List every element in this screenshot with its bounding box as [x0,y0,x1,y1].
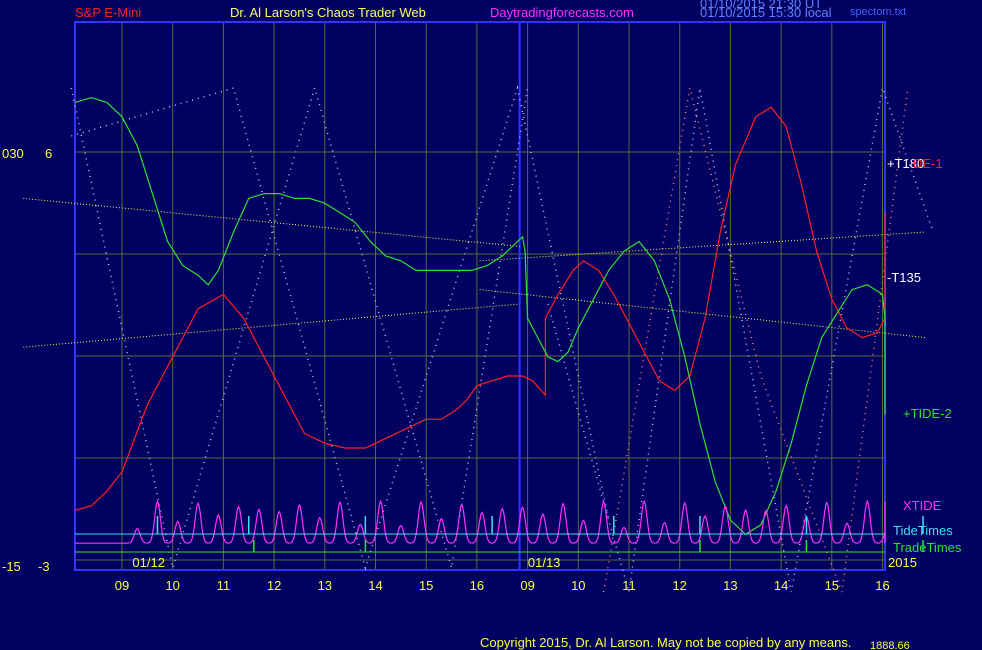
year-label: 2015 [888,555,917,570]
left-label-top-b: 6 [45,146,52,161]
left-label-bottom-b: -3 [38,559,50,574]
x-tick-label: 15 [419,578,433,593]
right-label: +TIDE-2 [903,406,952,421]
right-label: TradeTimes [893,540,962,555]
timestamp-local: 01/10/2015 15:30 local [700,5,832,20]
source-file: spectom.txt [850,6,906,18]
x-tick-label: 13 [723,578,737,593]
x-tick-label: 16 [470,578,484,593]
x-tick-label: 10 [165,578,179,593]
x-tick-label: 11 [217,578,231,593]
right-label: XTIDE [903,498,942,513]
left-label-top-a: 030 [2,146,24,161]
site-title: Dr. Al Larson's Chaos Trader Web [230,5,426,20]
date-label-2: 01/13 [528,555,561,570]
x-tick-label: 12 [267,578,281,593]
right-label: -T135 [887,270,921,285]
right-label: DE-1 [913,156,943,171]
x-tick-label: 13 [318,578,332,593]
chaos-trader-chart: 09 10 11 12 13 14 15 16 09 10 11 12 13 14 15 16 +T180DE… [0,0,982,650]
x-tick-label: 10 [571,578,585,593]
right-label: TideTimes [893,523,953,538]
x-tick-label: 14 [368,578,382,593]
date-label-1: 01/12 [132,555,165,570]
x-tick-label: 11 [622,578,636,593]
instrument-title: S&P E-Mini [75,5,141,20]
x-tick-label: 12 [672,578,686,593]
x-tick-label: 09 [115,578,129,593]
x-tick-label: 15 [825,578,839,593]
left-label-bottom-a: -15 [2,559,21,574]
x-tick-label: 16 [875,578,889,593]
x-tick-label: 14 [774,578,788,593]
x-tick-label: 09 [520,578,534,593]
footer-value: 1888.66 [870,640,910,650]
site-url[interactable]: Daytradingforecasts.com [490,5,634,20]
copyright-text: Copyright 2015, Dr. Al Larson. May not b… [480,635,851,650]
